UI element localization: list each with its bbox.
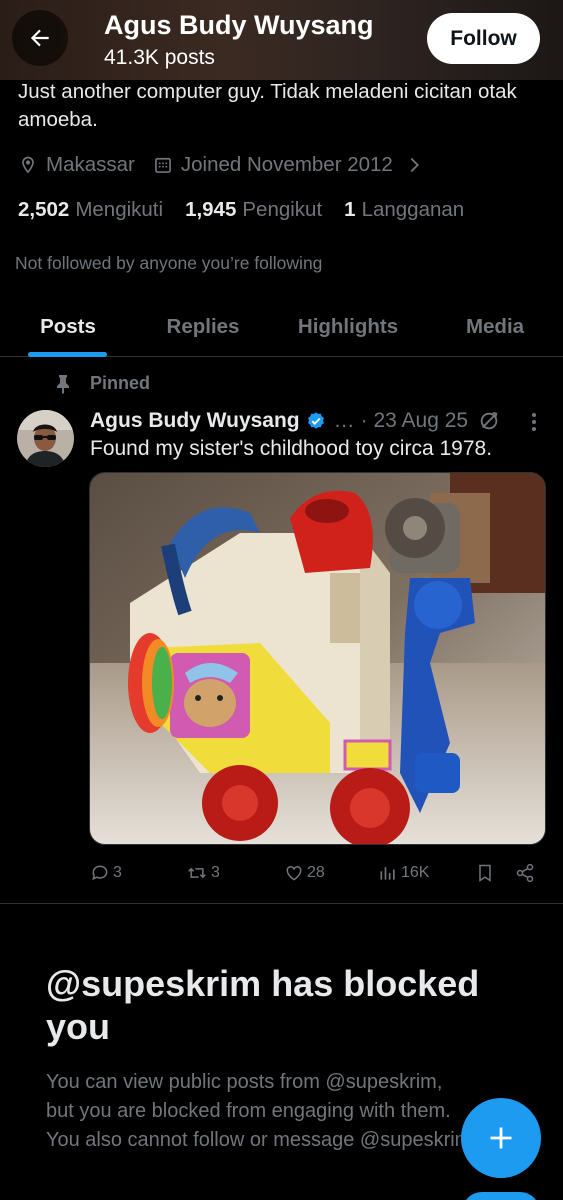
profile-tabs: Posts Replies Highlights Media (0, 297, 563, 357)
profile-joined-date: Joined November 2012 (180, 153, 393, 176)
post-date[interactable]: · 23 Aug 25 (361, 409, 468, 433)
calendar-icon (154, 157, 171, 173)
profile-header-bar: Agus Budy Wuysang 41.3K posts Follow (0, 0, 563, 80)
subscriptions-stat[interactable]: 1 Langganan (344, 198, 464, 222)
share-icon (516, 863, 534, 883)
reply-button[interactable]: 3 (90, 858, 122, 888)
blocked-line-1: You can view public posts from @supeskri… (46, 1071, 443, 1093)
blocked-line-2: but you are blocked from engaging with t… (46, 1100, 451, 1122)
profile-meta: Makassar Joined November 2012 (18, 151, 433, 179)
post-author-name[interactable]: Agus Budy Wuysang (90, 409, 300, 433)
bookmark-button[interactable] (475, 858, 495, 888)
blocked-title: @supeskrim has blocked you (46, 963, 480, 1047)
post-actions: 3 3 28 16K (0, 858, 563, 888)
views-icon (380, 867, 395, 880)
post-header: Agus Budy Wuysang … · 23 Aug 25 (90, 406, 500, 436)
back-button[interactable] (12, 10, 68, 66)
reply-icon (92, 865, 108, 881)
following-label: Mengikuti (75, 198, 164, 221)
header-posts-count: 41.3K posts (104, 46, 215, 69)
active-tab-indicator (28, 352, 107, 357)
post-author-handle: … (333, 409, 355, 432)
tab-replies[interactable]: Replies (148, 297, 258, 357)
tab-posts[interactable]: Posts (18, 297, 118, 357)
compose-post-button[interactable] (461, 1098, 541, 1178)
back-arrow-icon (30, 29, 49, 47)
following-count: 2,502 (18, 198, 70, 221)
like-icon (286, 865, 302, 881)
plus-icon (490, 1127, 512, 1149)
reply-count: 3 (113, 864, 122, 881)
views-count: 16K (401, 864, 430, 881)
divider (0, 903, 563, 904)
not-followed-notice: Not followed by anyone you’re following (15, 253, 323, 273)
blocked-description: You can view public posts from @supeskri… (46, 1068, 516, 1155)
repost-icon (188, 867, 206, 879)
share-button[interactable] (515, 858, 535, 888)
blocked-line-3: You also cannot follow or message @supes… (46, 1129, 477, 1151)
profile-stats: 2,502 Mengikuti 1,945 Pengikut 1 Langgan… (18, 196, 486, 224)
header-profile-name: Agus Budy Wuysang (104, 10, 374, 40)
avatar[interactable] (17, 410, 74, 467)
edit-history-icon[interactable] (478, 410, 500, 432)
subscriptions-count: 1 (344, 198, 356, 221)
pinned-label: Pinned (90, 373, 151, 393)
verified-badge-icon (307, 412, 324, 429)
following-stat[interactable]: 2,502 Mengikuti (18, 198, 163, 222)
followers-stat[interactable]: 1,945 Pengikut (185, 198, 322, 222)
post-text: Found my sister's childhood toy circa 19… (90, 437, 493, 460)
followers-label: Pengikut (242, 198, 323, 221)
like-count: 28 (307, 864, 325, 881)
tab-highlights[interactable]: Highlights (285, 297, 411, 357)
tab-media[interactable]: Media (446, 297, 544, 357)
more-icon (532, 413, 536, 431)
repost-count: 3 (211, 864, 220, 881)
chevron-right-icon[interactable] (403, 154, 425, 176)
subscriptions-label: Langganan (361, 198, 465, 221)
pin-icon (57, 375, 69, 394)
follow-button[interactable]: Follow (427, 13, 540, 64)
followers-count: 1,945 (185, 198, 237, 221)
location-icon (22, 156, 34, 174)
post-more-button[interactable] (522, 410, 546, 434)
secondary-floating-button[interactable] (462, 1192, 540, 1200)
post-photo[interactable] (89, 472, 546, 845)
like-button[interactable]: 28 (284, 858, 325, 888)
profile-location: Makassar (46, 153, 135, 176)
views-button[interactable]: 16K (378, 858, 429, 888)
repost-button[interactable]: 3 (186, 858, 220, 888)
bookmark-icon (479, 864, 491, 882)
pinned-indicator: Pinned (0, 372, 563, 398)
profile-bio: Just another computer guy. Tidak meladen… (18, 80, 517, 131)
